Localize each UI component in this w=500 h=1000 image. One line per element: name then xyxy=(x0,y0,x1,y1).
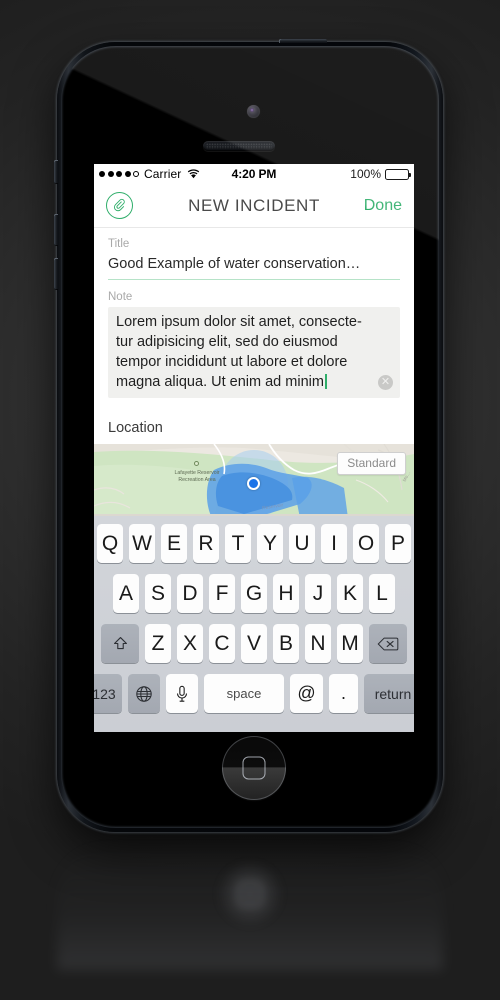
key-v[interactable]: V xyxy=(241,624,267,663)
key-a[interactable]: A xyxy=(113,574,139,613)
key-y[interactable]: Y xyxy=(257,524,283,563)
key-i[interactable]: I xyxy=(321,524,347,563)
numbers-key[interactable]: 123 xyxy=(94,674,122,713)
at-key[interactable]: @ xyxy=(290,674,323,713)
note-field-label: Note xyxy=(108,291,133,303)
return-key[interactable]: return xyxy=(364,674,414,713)
key-s[interactable]: S xyxy=(145,574,171,613)
key-q[interactable]: Q xyxy=(97,524,123,563)
key-e[interactable]: E xyxy=(161,524,187,563)
key-u[interactable]: U xyxy=(289,524,315,563)
phone-device: Carrier 4:20 PM 100% NEW INCIDENT Done T… xyxy=(54,39,443,832)
key-h[interactable]: H xyxy=(273,574,299,613)
attachment-button[interactable] xyxy=(106,192,133,219)
shift-arrow-icon xyxy=(113,636,127,650)
key-r[interactable]: R xyxy=(193,524,219,563)
status-bar: Carrier 4:20 PM 100% xyxy=(94,164,414,184)
title-field-label: Title xyxy=(108,238,130,250)
volume-up-button[interactable] xyxy=(54,214,58,246)
globe-key[interactable] xyxy=(128,674,160,713)
note-input[interactable]: Lorem ipsum dolor sit amet, consecte- tu… xyxy=(108,307,400,398)
keyboard-row-3: Z X C V B N M xyxy=(96,624,412,663)
globe-icon xyxy=(136,685,152,702)
key-n[interactable]: N xyxy=(305,624,331,663)
key-l[interactable]: L xyxy=(369,574,395,613)
period-key[interactable]: . xyxy=(329,674,358,713)
navigation-bar: NEW INCIDENT Done xyxy=(94,184,414,228)
title-input[interactable]: Good Example of water conservation… xyxy=(108,254,400,280)
key-z[interactable]: Z xyxy=(145,624,171,663)
power-button[interactable] xyxy=(279,39,327,43)
key-w[interactable]: W xyxy=(129,524,155,563)
park-marker-icon xyxy=(194,461,199,466)
phone-screen: Carrier 4:20 PM 100% NEW INCIDENT Done T… xyxy=(94,164,414,732)
mute-switch[interactable] xyxy=(54,160,58,184)
key-c[interactable]: C xyxy=(209,624,235,663)
key-m[interactable]: M xyxy=(337,624,363,663)
phone-reflection-home xyxy=(218,862,282,926)
keyboard-row-2: A S D F G H J K L xyxy=(96,574,412,613)
microphone-icon xyxy=(176,685,188,702)
home-button[interactable] xyxy=(222,736,286,800)
key-d[interactable]: D xyxy=(177,574,203,613)
space-key[interactable]: space xyxy=(204,674,284,713)
map-type-button[interactable]: Standard xyxy=(337,452,406,475)
home-square-icon xyxy=(242,756,266,780)
done-button[interactable]: Done xyxy=(364,197,402,215)
key-o[interactable]: O xyxy=(353,524,379,563)
keyboard-row-4: 123 space @ . return xyxy=(94,674,414,713)
incident-form: Title Good Example of water conservation… xyxy=(94,228,414,445)
paperclip-icon xyxy=(114,198,125,212)
shift-key[interactable] xyxy=(101,624,139,663)
key-t[interactable]: T xyxy=(225,524,251,563)
keyboard-row-1: Q W E R T Y U I O P xyxy=(96,524,412,563)
backspace-icon xyxy=(377,637,399,650)
onscreen-keyboard: Q W E R T Y U I O P A S D F G H J K L Z … xyxy=(94,516,414,732)
key-x[interactable]: X xyxy=(177,624,203,663)
location-input[interactable]: Location xyxy=(108,420,400,445)
key-b[interactable]: B xyxy=(273,624,299,663)
location-field[interactable]: Location xyxy=(108,420,400,445)
battery-icon xyxy=(385,168,411,180)
location-map[interactable]: Lafayette Reservoir Recreation Area Rese… xyxy=(94,444,414,518)
key-f[interactable]: F xyxy=(209,574,235,613)
blue-location-dot-icon xyxy=(247,477,260,490)
backspace-key[interactable] xyxy=(369,624,407,663)
map-place-label: Lafayette Reservoir Recreation Area xyxy=(174,470,220,484)
dictation-key[interactable] xyxy=(166,674,198,713)
clear-note-icon[interactable]: ✕ xyxy=(378,375,393,390)
text-caret xyxy=(324,374,327,389)
front-camera-icon xyxy=(247,105,260,118)
phone-front-glass: Carrier 4:20 PM 100% NEW INCIDENT Done T… xyxy=(61,46,439,828)
status-bar-clock: 4:20 PM xyxy=(231,167,277,181)
key-p[interactable]: P xyxy=(385,524,411,563)
key-k[interactable]: K xyxy=(337,574,363,613)
key-j[interactable]: J xyxy=(305,574,331,613)
earpiece-speaker xyxy=(203,141,275,151)
volume-down-button[interactable] xyxy=(54,258,58,290)
key-g[interactable]: G xyxy=(241,574,267,613)
